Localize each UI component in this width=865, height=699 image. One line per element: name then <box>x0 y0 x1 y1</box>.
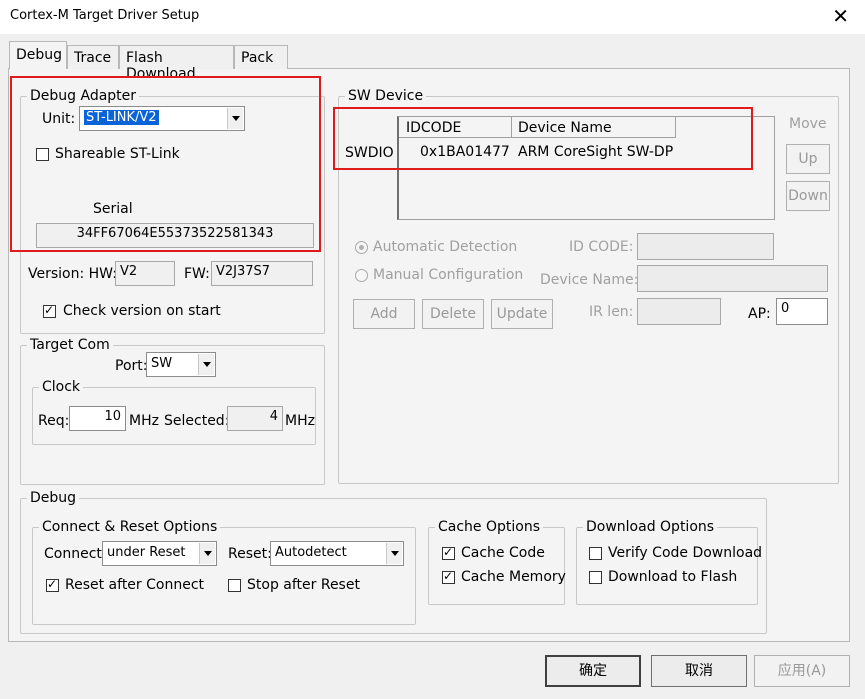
download-to-flash-checkbox[interactable] <box>589 571 602 584</box>
highlight-box-adapter <box>10 76 321 252</box>
sw-device-legend: SW Device <box>348 88 424 104</box>
port-label: Port: <box>115 358 148 374</box>
ok-button[interactable]: 确定 <box>545 655 641 687</box>
selected-clock-field: 4 <box>227 406 283 431</box>
ir-len-input[interactable] <box>637 298 721 325</box>
tab-debug[interactable]: Debug <box>9 41 67 69</box>
cancel-button[interactable]: 取消 <box>651 655 747 687</box>
download-to-flash-label: Download to Flash <box>608 569 738 585</box>
automatic-detection-radio[interactable] <box>355 241 368 254</box>
fw-label: FW: <box>184 266 210 282</box>
move-down-button[interactable]: Down <box>786 181 830 211</box>
tab-flash-download[interactable]: Flash Download <box>119 45 234 82</box>
tab-trace[interactable]: Trace <box>67 45 119 69</box>
delete-button[interactable]: Delete <box>422 299 484 329</box>
download-options-group: Download Options <box>576 519 758 605</box>
version-hw-label: Version: HW: <box>28 266 117 282</box>
move-up-button[interactable]: Up <box>786 144 830 174</box>
ir-len-label: IR len: <box>589 304 634 320</box>
ap-label: AP: <box>748 306 771 322</box>
reset-value: Autodetect <box>275 545 347 560</box>
cache-memory-label: Cache Memory <box>461 569 566 585</box>
cache-options-legend: Cache Options <box>438 519 541 535</box>
port-value: SW <box>151 356 173 371</box>
tab-pack[interactable]: Pack <box>234 45 288 69</box>
window-title: Cortex-M Target Driver Setup <box>10 8 200 23</box>
move-label: Move <box>789 116 827 132</box>
apply-button[interactable]: 应用(A) <box>754 655 850 687</box>
device-name-input[interactable] <box>637 265 828 292</box>
device-name-label: Device Name: <box>540 272 639 288</box>
id-code-label: ID CODE: <box>569 239 634 255</box>
clock-req-input[interactable]: 10 <box>69 406 126 431</box>
verify-code-download-label: Verify Code Download <box>608 545 763 561</box>
chevron-down-icon[interactable] <box>199 543 215 564</box>
download-options-legend: Download Options <box>586 519 715 535</box>
connect-select[interactable]: under Reset <box>102 541 217 566</box>
connect-value: under Reset <box>107 545 186 560</box>
reset-after-connect-checkbox[interactable] <box>46 577 59 592</box>
cache-code-checkbox[interactable] <box>442 545 455 560</box>
chevron-down-icon[interactable] <box>386 543 402 564</box>
automatic-detection-label: Automatic Detection <box>373 239 518 255</box>
id-code-input[interactable] <box>637 233 774 260</box>
selected-unit: MHz <box>285 413 315 429</box>
manual-configuration-radio[interactable] <box>355 269 368 282</box>
add-button[interactable]: Add <box>353 299 415 329</box>
target-com-legend: Target Com <box>30 337 110 353</box>
reset-select[interactable]: Autodetect <box>270 541 404 566</box>
highlight-box-device <box>333 107 753 170</box>
verify-code-download-checkbox[interactable] <box>589 547 602 560</box>
cache-code-label: Cache Code <box>461 545 545 561</box>
connect-label: Connect: <box>44 546 107 562</box>
req-label: Req: <box>38 413 70 429</box>
fw-version-field: V2J37S7 <box>211 261 313 286</box>
cache-options-group: Cache Options <box>428 519 565 605</box>
connect-reset-group: Connect & Reset Options <box>32 519 416 625</box>
check-version-checkbox[interactable] <box>43 303 56 318</box>
manual-configuration-label: Manual Configuration <box>373 267 524 283</box>
stop-after-reset-checkbox[interactable] <box>228 579 241 592</box>
check-version-label: Check version on start <box>63 303 221 319</box>
cache-memory-checkbox[interactable] <box>442 569 455 584</box>
chevron-down-icon[interactable] <box>198 354 214 375</box>
hw-version-field: V2 <box>115 261 175 286</box>
close-icon[interactable]: ✕ <box>832 4 849 28</box>
debug-legend: Debug <box>30 490 77 506</box>
reset-after-connect-label: Reset after Connect <box>65 577 205 593</box>
connect-reset-legend: Connect & Reset Options <box>42 519 218 535</box>
reset-label: Reset: <box>228 546 272 562</box>
clock-legend: Clock <box>42 379 81 395</box>
selected-label: Selected: <box>164 413 230 429</box>
update-button[interactable]: Update <box>491 299 553 329</box>
ap-input[interactable]: 0 <box>776 298 828 325</box>
port-select[interactable]: SW <box>146 352 216 377</box>
stop-after-reset-label: Stop after Reset <box>247 577 360 593</box>
req-unit: MHz <box>129 413 159 429</box>
